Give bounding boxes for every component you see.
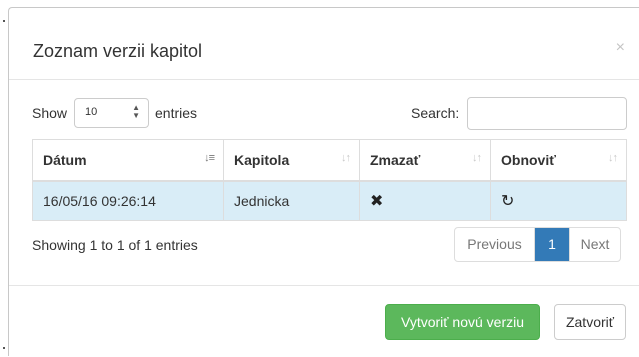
column-label: Dátum xyxy=(43,151,87,168)
cell-obnovit: ↻ xyxy=(490,180,627,221)
page-1-button[interactable]: 1 xyxy=(535,228,569,261)
next-page-button[interactable]: Next xyxy=(569,228,620,261)
column-label: Kapitola xyxy=(234,151,290,168)
table-row[interactable]: 16/05/16 09:26:14 Jednicka ✖ ↻ xyxy=(32,180,627,221)
close-button[interactable]: Zatvoriť xyxy=(554,304,626,340)
modal-title: Zoznam verzii kapitol xyxy=(33,41,203,61)
table-controls: Show 10 ▲ ▼ entries Search: xyxy=(9,97,639,130)
sort-both-icon: ↓↑ xyxy=(472,152,482,164)
show-label: Show xyxy=(32,105,68,121)
previous-page-button[interactable]: Previous xyxy=(455,228,535,261)
entries-label: entries xyxy=(155,105,198,121)
edge-mark xyxy=(3,347,5,349)
versions-table: Dátum ↓≡ Kapitola ↓↑ Zmazať ↓↑ Obnoviť ↓… xyxy=(32,139,627,221)
edge-mark xyxy=(3,20,5,22)
modal-dialog: Zoznam verzii kapitol × Show 10 ▲ ▼ entri… xyxy=(8,7,639,356)
cell-kapitola: Jednicka xyxy=(223,180,360,221)
cell-zmazat: ✖ xyxy=(359,180,491,221)
column-label: Obnoviť xyxy=(501,151,556,168)
search-label: Search: xyxy=(411,105,460,121)
close-icon[interactable]: × xyxy=(616,40,625,56)
page-length-select[interactable]: 10 ▲ ▼ xyxy=(74,98,149,128)
create-version-button[interactable]: Vytvoriť novú verziu xyxy=(385,304,540,340)
select-arrows-icon: ▲ ▼ xyxy=(132,103,140,120)
table-info: Showing 1 to 1 of 1 entries xyxy=(32,237,198,253)
modal-footer: Vytvoriť novú verziu Zatvoriť xyxy=(9,285,639,357)
column-header-kapitola[interactable]: Kapitola ↓↑ xyxy=(223,139,360,182)
column-header-zmazat[interactable]: Zmazať ↓↑ xyxy=(359,139,491,182)
refresh-icon[interactable]: ↻ xyxy=(501,193,514,210)
cell-datum: 16/05/16 09:26:14 xyxy=(32,180,224,221)
search-input[interactable] xyxy=(467,97,627,130)
column-label: Zmazať xyxy=(370,151,421,168)
sort-both-icon: ↓↑ xyxy=(341,152,351,164)
sort-amount-asc-icon: ↓≡ xyxy=(204,152,215,164)
table-header-row: Dátum ↓≡ Kapitola ↓↑ Zmazať ↓↑ Obnoviť ↓… xyxy=(32,139,627,182)
column-header-datum[interactable]: Dátum ↓≡ xyxy=(32,139,224,182)
delete-x-icon[interactable]: ✖ xyxy=(370,193,383,210)
pagination: Previous 1 Next xyxy=(454,227,621,262)
sort-both-icon: ↓↑ xyxy=(608,152,618,164)
modal-header: Zoznam verzii kapitol × xyxy=(9,8,639,80)
page-length-value: 10 xyxy=(85,106,98,118)
column-header-obnovit[interactable]: Obnoviť ↓↑ xyxy=(490,139,627,182)
